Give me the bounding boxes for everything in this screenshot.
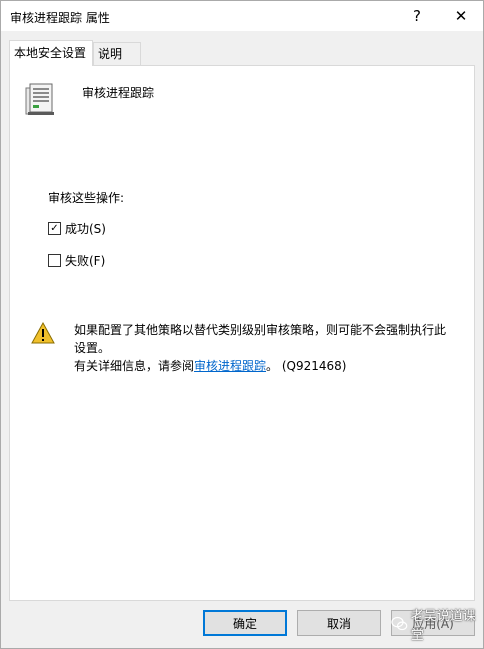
watermark: 老吴说道课堂: [391, 609, 483, 643]
properties-dialog: 审核进程跟踪 属性 ? ✕ 本地安全设置 说明 审核进程跟踪 审核这些操作: ✓…: [0, 0, 484, 649]
tab-panel: 审核进程跟踪 审核这些操作: ✓ 成功(S) 失败(F) 如果配置了其他策略以替…: [9, 65, 475, 601]
warning-line: 如果配置了其他策略以替代类别级别审核策略，则可能不会强制执行此设置。: [74, 323, 447, 355]
failure-checkbox[interactable]: 失败(F): [48, 252, 105, 269]
more-info-suffix: 。 (Q921468): [266, 359, 347, 373]
success-label: 成功(S): [65, 222, 106, 236]
watermark-text: 老吴说道课堂: [410, 609, 476, 643]
audit-actions-label: 审核这些操作:: [48, 191, 125, 205]
checkbox-checked[interactable]: ✓: [48, 222, 61, 235]
checkbox-unchecked[interactable]: [48, 254, 61, 267]
warning-icon: [31, 322, 55, 344]
help-button[interactable]: ?: [395, 1, 439, 31]
close-button[interactable]: ✕: [439, 1, 483, 31]
policy-help-link[interactable]: 审核进程跟踪: [194, 359, 266, 373]
tab-local-security-setting[interactable]: 本地安全设置: [9, 40, 93, 66]
title-bar[interactable]: 审核进程跟踪 属性 ? ✕: [1, 1, 483, 31]
window-title: 审核进程跟踪 属性: [10, 11, 110, 25]
tab-strip: 本地安全设置 说明: [9, 40, 475, 66]
failure-label: 失败(F): [65, 254, 106, 268]
ok-button[interactable]: 确定: [203, 610, 287, 636]
more-info-prefix: 有关详细信息，请参阅: [74, 359, 195, 373]
tab-explain[interactable]: 说明: [93, 42, 141, 65]
policy-name: 审核进程跟踪: [82, 86, 155, 100]
server-icon: [25, 83, 54, 115]
close-icon: ✕: [454, 7, 468, 25]
warning-message: 如果配置了其他策略以替代类别级别审核策略，则可能不会强制执行此设置。 有关详细信…: [74, 321, 454, 375]
success-checkbox[interactable]: ✓ 成功(S): [48, 220, 106, 237]
help-icon: ?: [413, 7, 421, 25]
cancel-button[interactable]: 取消: [297, 610, 381, 636]
chat-bubble-icon: [391, 616, 408, 631]
more-info-line: 有关详细信息，请参阅审核进程跟踪。 (Q921468): [74, 357, 454, 375]
